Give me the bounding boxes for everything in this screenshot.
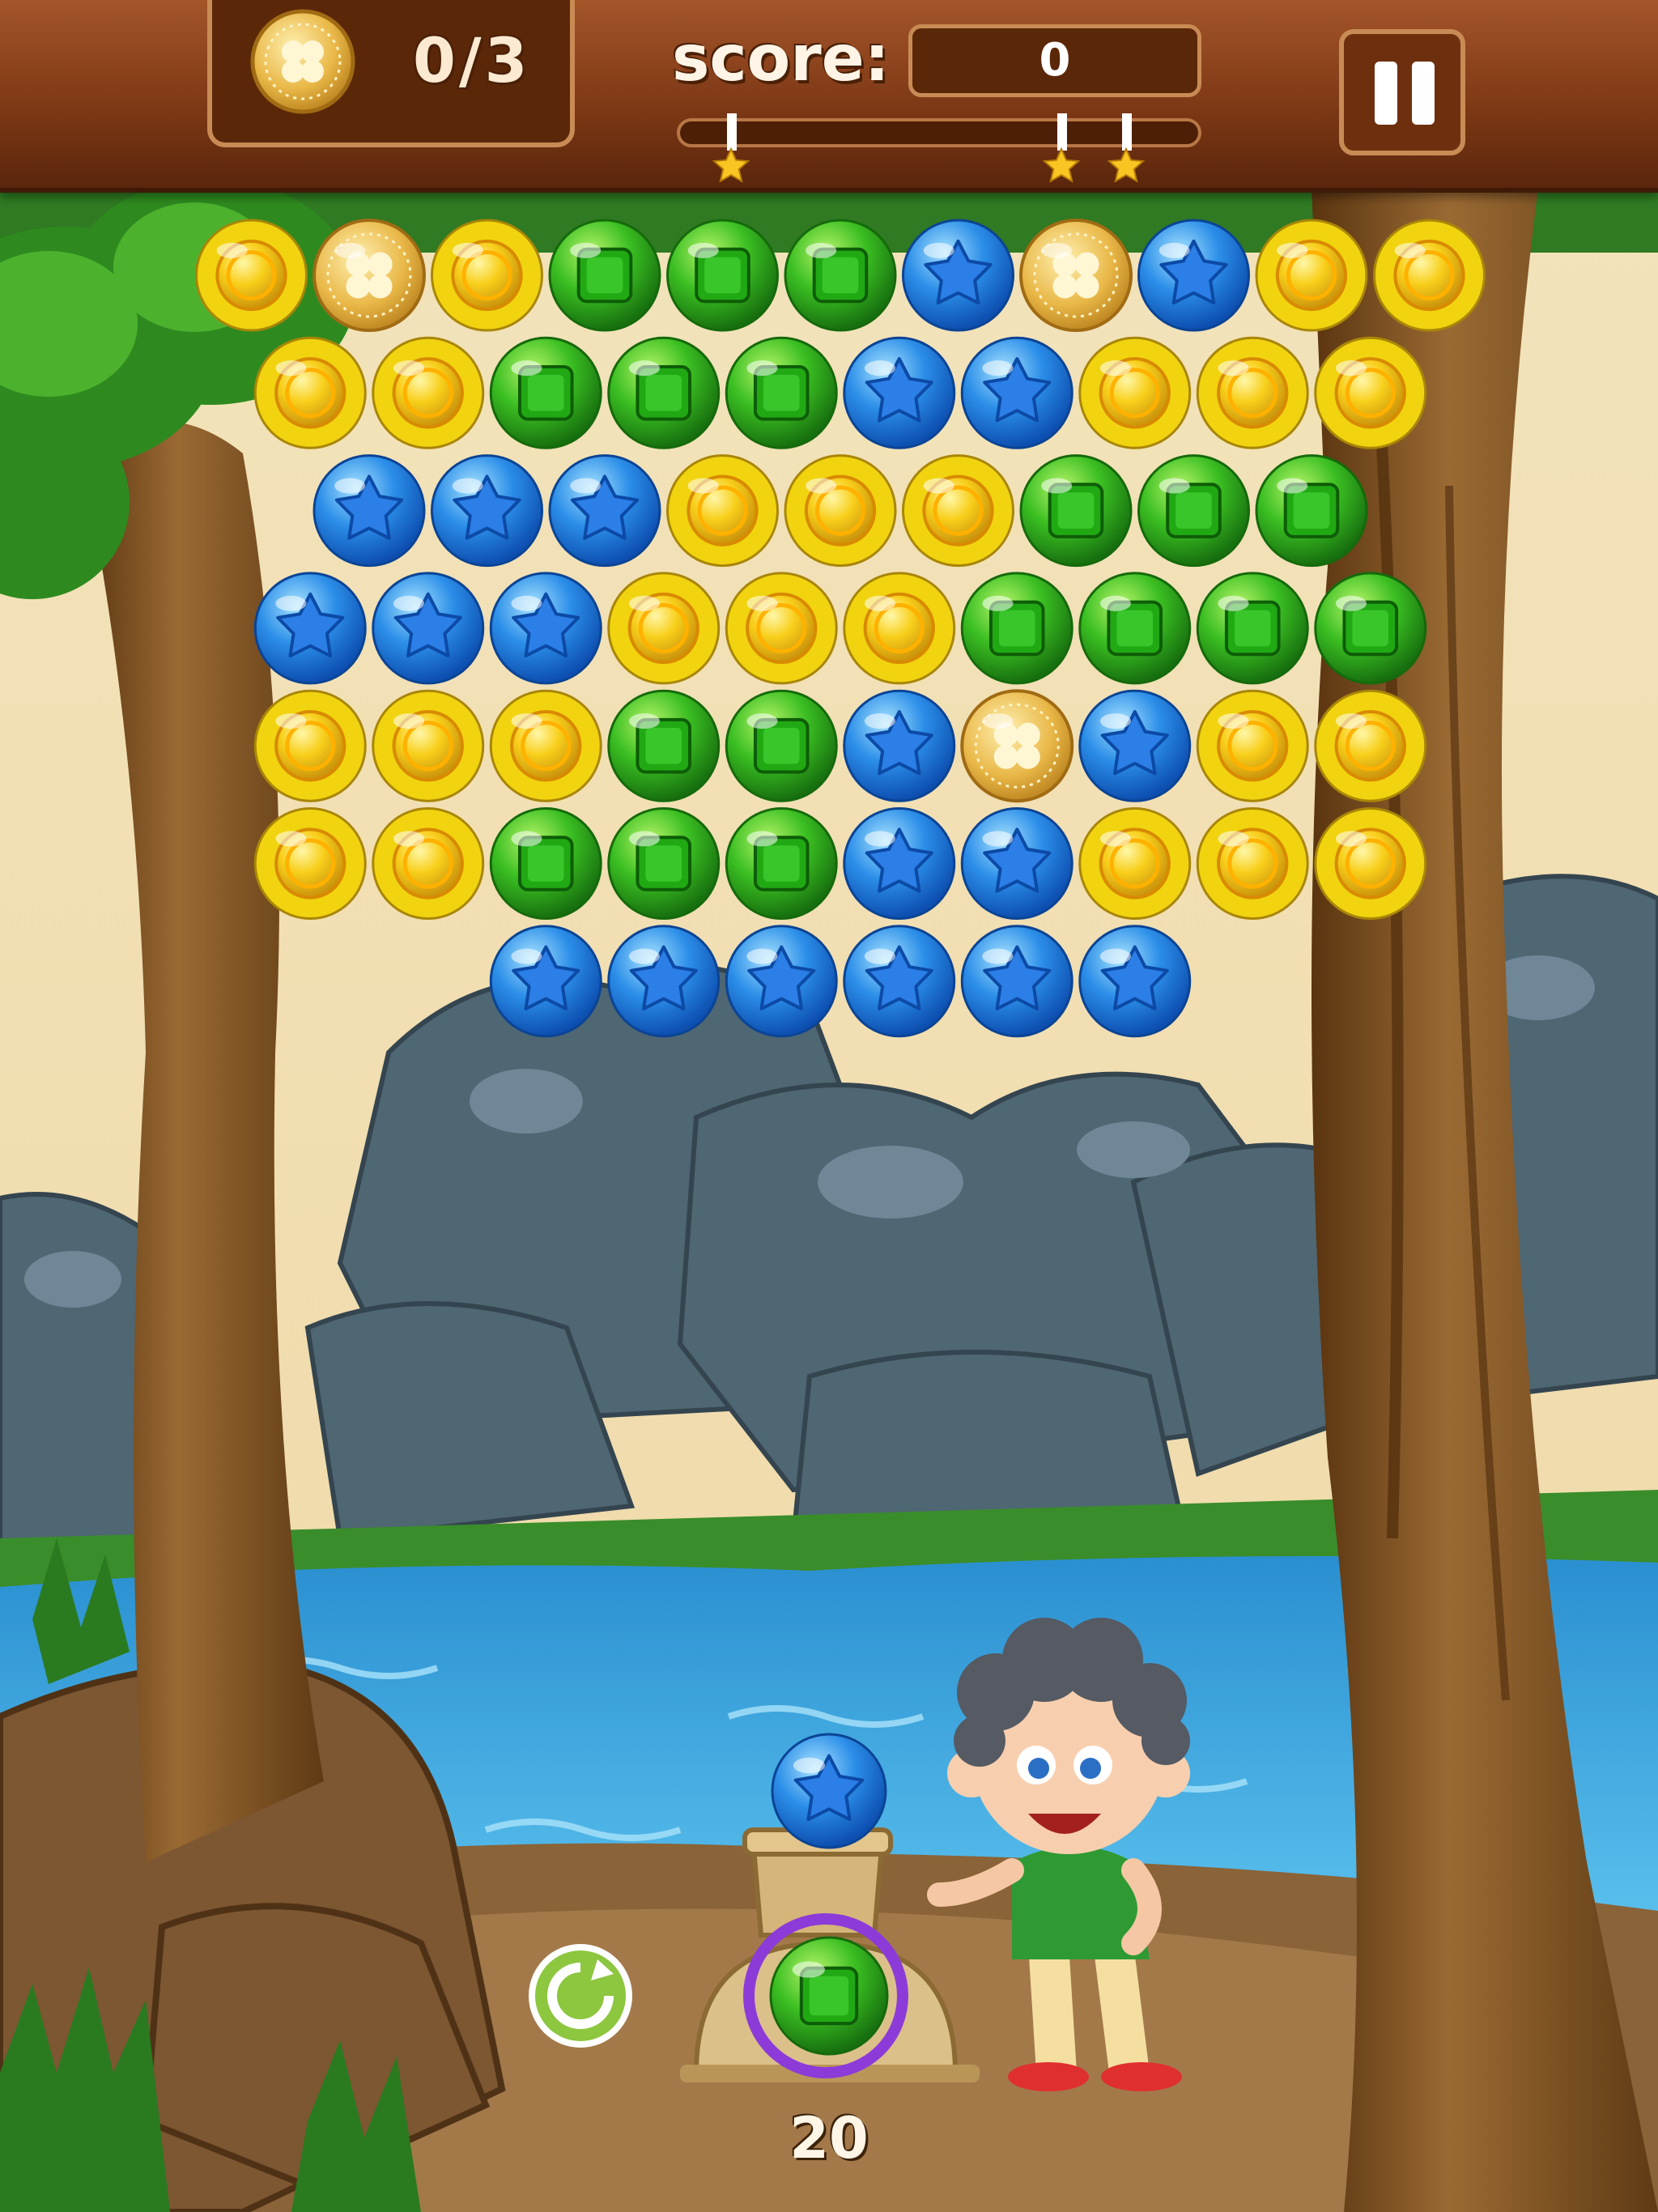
- green-square-bubble: [1078, 572, 1192, 685]
- gold-coin-bubble: [607, 572, 721, 685]
- blue-star-bubble: [312, 454, 426, 568]
- green-square-bubble: [548, 219, 661, 332]
- gold-coin-bubble: [1196, 689, 1309, 802]
- gold-coin-bubble: [253, 336, 367, 449]
- green-square-bubble: [607, 689, 721, 802]
- green-square-bubble: [960, 572, 1073, 685]
- gold-coin-bubble: [372, 689, 485, 802]
- gold-coin-bubble: [725, 572, 838, 685]
- gold-coin-bubble: [372, 807, 485, 920]
- blue-star-bubble: [902, 219, 1014, 332]
- green-square-bubble: [1137, 454, 1250, 568]
- blue-star-bubble: [1137, 219, 1250, 332]
- gold-coin-bubble: [372, 336, 485, 449]
- blue-star-bubble: [843, 689, 956, 802]
- blue-star-bubble: [1078, 689, 1192, 802]
- green-square-bubble: [1019, 454, 1133, 568]
- gold-coin-bubble: [902, 454, 1014, 568]
- gold-coin-bubble: [1196, 807, 1309, 920]
- blue-star-bubble: [253, 572, 367, 685]
- gold-coin-bubble: [1314, 689, 1427, 802]
- gold-coin-bubble: [195, 219, 308, 332]
- green-square-bubble: [607, 336, 721, 449]
- gold-coin-bubble: [1314, 336, 1427, 449]
- clover-coin-bubble: [1019, 219, 1133, 332]
- blue-star-bubble: [431, 454, 543, 568]
- green-square-bubble: [489, 807, 602, 920]
- green-square-bubble: [489, 336, 602, 449]
- gold-coin-bubble: [1196, 336, 1309, 449]
- green-square-bubble: [607, 807, 721, 920]
- swap-bubble-button[interactable]: [526, 1942, 635, 2050]
- moves-left-counter: 20: [789, 2105, 869, 2172]
- clover-coin-bubble: [960, 689, 1074, 803]
- gold-coin-bubble: [253, 689, 367, 802]
- green-square-bubble: [1314, 572, 1427, 685]
- blue-star-bubble: [843, 336, 956, 449]
- gold-coin-bubble: [253, 807, 367, 920]
- blue-star-bubble: [960, 336, 1073, 449]
- gold-coin-bubble: [843, 572, 956, 685]
- gold-coin-bubble: [1078, 807, 1192, 920]
- bubble-grid[interactable]: [0, 0, 1658, 2212]
- blue-star-bubble: [548, 454, 661, 568]
- blue-star-bubble: [960, 807, 1073, 920]
- gold-coin-bubble: [784, 454, 897, 568]
- green-square-bubble: [1255, 454, 1368, 568]
- green-square-bubble: [725, 336, 838, 449]
- green-square-bubble: [666, 219, 779, 332]
- blue-star-bubble: [489, 925, 602, 1038]
- blue-star-bubble: [725, 925, 838, 1038]
- gold-coin-bubble: [489, 689, 602, 802]
- blue-star-bubble: [843, 807, 956, 920]
- rotate-arrow-icon: [529, 1944, 632, 2048]
- blue-star-bubble: [372, 572, 485, 685]
- green-square-bubble: [725, 689, 838, 802]
- blue-star-bubble: [1078, 925, 1192, 1038]
- gold-coin-bubble: [1078, 336, 1192, 449]
- green-square-bubble: [784, 219, 897, 332]
- gold-coin-bubble: [666, 454, 779, 568]
- blue-star-bubble: [960, 925, 1073, 1038]
- blue-star-bubble: [607, 925, 721, 1038]
- clover-coin-bubble: [312, 219, 426, 332]
- gold-coin-bubble: [431, 219, 543, 332]
- gold-coin-bubble: [1373, 219, 1486, 332]
- gold-coin-bubble: [1314, 807, 1427, 920]
- blue-star-bubble: [489, 572, 602, 685]
- blue-star-bubble: [843, 925, 956, 1038]
- gold-coin-bubble: [1255, 219, 1368, 332]
- green-square-bubble: [725, 807, 838, 920]
- green-square-bubble: [1196, 572, 1309, 685]
